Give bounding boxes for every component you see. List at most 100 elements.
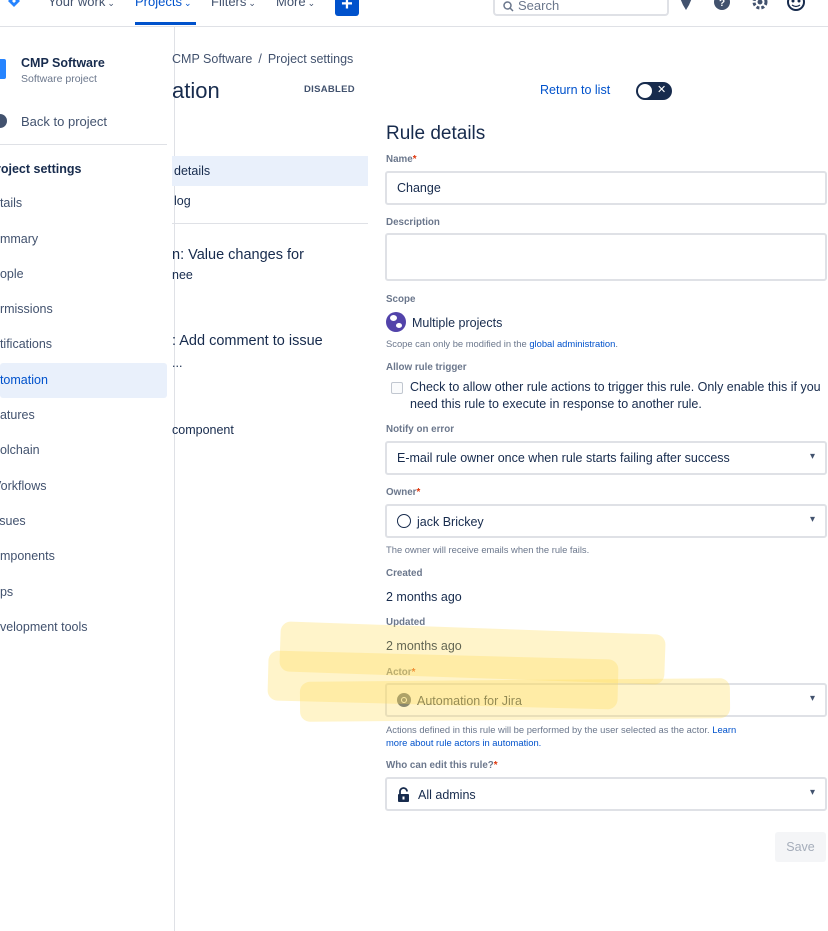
sidebar-item-label: ummary — [0, 232, 39, 246]
sidebar-item-label: evelopment tools — [0, 620, 88, 634]
scope-label: Scope — [386, 294, 416, 305]
nav-label: Projects — [135, 0, 182, 9]
tab-rule-details[interactable]: details — [172, 156, 368, 186]
back-to-project-link[interactable]: Back to project — [21, 114, 107, 129]
profile-avatar-icon[interactable] — [786, 0, 806, 14]
sidebar-item-label: ssues — [0, 514, 26, 528]
created-value: 2 months ago — [386, 590, 462, 604]
status-badge: DISABLED — [304, 84, 355, 95]
created-label: Created — [386, 568, 423, 579]
scope-help-suffix: . — [615, 338, 618, 349]
notifications-icon[interactable] — [676, 0, 696, 14]
rule-component-action[interactable]: : Add comment to issue — [172, 333, 323, 349]
sidebar-item-label: Vorkflows — [0, 479, 47, 493]
owner-label-text: Owner — [386, 487, 417, 498]
nav-your-work[interactable]: Your work ⌄ — [48, 0, 115, 11]
rule-component-action-sub: ... — [172, 356, 183, 370]
help-icon[interactable]: ? — [712, 0, 732, 14]
back-arrow-icon[interactable] — [0, 114, 7, 128]
required-marker: * — [412, 154, 417, 165]
who-can-edit-select[interactable]: All admins ▾ — [385, 777, 827, 811]
name-label-text: Name — [386, 154, 413, 165]
create-button[interactable]: + — [335, 0, 359, 16]
owner-select[interactable]: jack Brickey ▾ — [385, 504, 827, 538]
sidebar-item-label: omponents — [0, 549, 55, 563]
actor-help-prefix: Actions defined in this rule will be per… — [386, 724, 710, 735]
top-navigation: Your work ⌄ Projects ⌄ Filters ⌄ More ⌄ + Se… — [0, 0, 828, 27]
required-marker: * — [493, 760, 498, 771]
chevron-down-icon: ▾ — [809, 514, 815, 525]
highlighter-mark — [299, 678, 731, 722]
sidebar-item-development-tools[interactable]: evelopment tools — [0, 610, 167, 645]
rule-enabled-toggle[interactable]: ✕ — [636, 82, 672, 100]
allow-trigger-checkbox[interactable] — [391, 382, 403, 394]
settings-icon[interactable] — [750, 0, 770, 14]
sidebar-item-summary[interactable]: ummary — [0, 222, 167, 257]
jira-logo-icon[interactable] — [6, 0, 22, 10]
learn-link[interactable]: Learn — [712, 724, 736, 735]
rule-actors-link[interactable]: more about rule actors in automation. — [386, 737, 541, 748]
nav-label: More — [276, 0, 306, 9]
project-name[interactable]: CMP Software — [21, 56, 105, 70]
toggle-knob — [638, 84, 652, 98]
name-field[interactable]: Change — [385, 171, 827, 205]
lock-icon — [398, 787, 409, 802]
sidebar-item-details[interactable]: etails — [0, 186, 167, 221]
middle-divider — [172, 223, 368, 224]
sidebar-item-issues[interactable]: ssues — [0, 504, 167, 539]
global-administration-link[interactable]: global administration — [529, 338, 615, 349]
search-input[interactable]: Search — [493, 0, 669, 16]
breadcrumb-project[interactable]: CMP Software — [172, 52, 252, 66]
sidebar-item-label: eatures — [0, 408, 35, 422]
owner-avatar — [397, 514, 411, 528]
sidebar-item-label: utomation — [0, 373, 48, 387]
sidebar-divider — [0, 144, 167, 145]
nav-label: Filters — [211, 0, 247, 9]
chevron-down-icon: ⌄ — [248, 0, 256, 8]
sidebar-heading: roject settings — [0, 162, 82, 176]
sidebar-item-components[interactable]: omponents — [0, 539, 167, 574]
sidebar-item-apps[interactable]: pps — [0, 575, 167, 610]
chevron-down-icon: ▾ — [809, 693, 815, 704]
breadcrumb-project-settings[interactable]: Project settings — [268, 52, 353, 66]
who-can-edit-value: All admins — [418, 788, 476, 802]
scope-value-text: Multiple projects — [412, 316, 503, 330]
required-marker: * — [416, 487, 421, 498]
owner-label: Owner* — [386, 487, 420, 498]
owner-select-value: jack Brickey — [417, 515, 484, 529]
sidebar-item-toolchain[interactable]: oolchain — [0, 433, 167, 468]
notify-select-value: E-mail rule owner once when rule starts … — [397, 451, 730, 465]
sidebar-item-label: pps — [0, 585, 14, 599]
tab-audit-log[interactable]: log — [172, 186, 368, 216]
chevron-down-icon: ⌄ — [107, 0, 115, 8]
sidebar-item-workflows[interactable]: Vorkflows — [0, 469, 167, 504]
add-component-link[interactable]: component — [172, 423, 234, 437]
nav-projects[interactable]: Projects ⌄ — [135, 0, 192, 11]
who-can-edit-label: Who can edit this rule?* — [386, 760, 498, 771]
return-to-list-link[interactable]: Return to list — [540, 83, 610, 97]
notify-label: Notify on error — [386, 424, 455, 435]
save-button[interactable]: Save — [775, 832, 826, 862]
sidebar-item-label: ermissions — [0, 302, 53, 316]
sidebar-item-features[interactable]: eatures — [0, 398, 167, 433]
sidebar-item-people[interactable]: eople — [0, 257, 167, 292]
sidebar-item-label: oolchain — [0, 443, 40, 457]
scope-help-text: Scope can only be modified in the global… — [386, 338, 618, 349]
allow-trigger-text[interactable]: Check to allow other rule actions to tri… — [410, 379, 822, 413]
rule-component-trigger[interactable]: n: Value changes for — [172, 247, 304, 263]
nav-filters[interactable]: Filters ⌄ — [211, 0, 256, 11]
nav-more[interactable]: More ⌄ — [276, 0, 315, 11]
sidebar-item-automation[interactable]: utomation — [0, 363, 167, 398]
breadcrumb: CMP Software / Project settings — [172, 52, 353, 66]
nav-label: Your work — [48, 0, 106, 9]
notify-select[interactable]: E-mail rule owner once when rule starts … — [385, 441, 827, 475]
description-field[interactable] — [385, 233, 827, 281]
sidebar-item-label: etails — [0, 196, 23, 210]
sidebar-item-permissions[interactable]: ermissions — [0, 292, 167, 327]
chevron-down-icon: ⌄ — [307, 0, 316, 8]
sidebar-item-notifications[interactable]: otifications — [0, 327, 167, 362]
description-label: Description — [386, 217, 440, 228]
name-label: Name* — [386, 154, 417, 165]
globe-icon — [386, 312, 406, 332]
chevron-down-icon: ▾ — [809, 451, 815, 462]
